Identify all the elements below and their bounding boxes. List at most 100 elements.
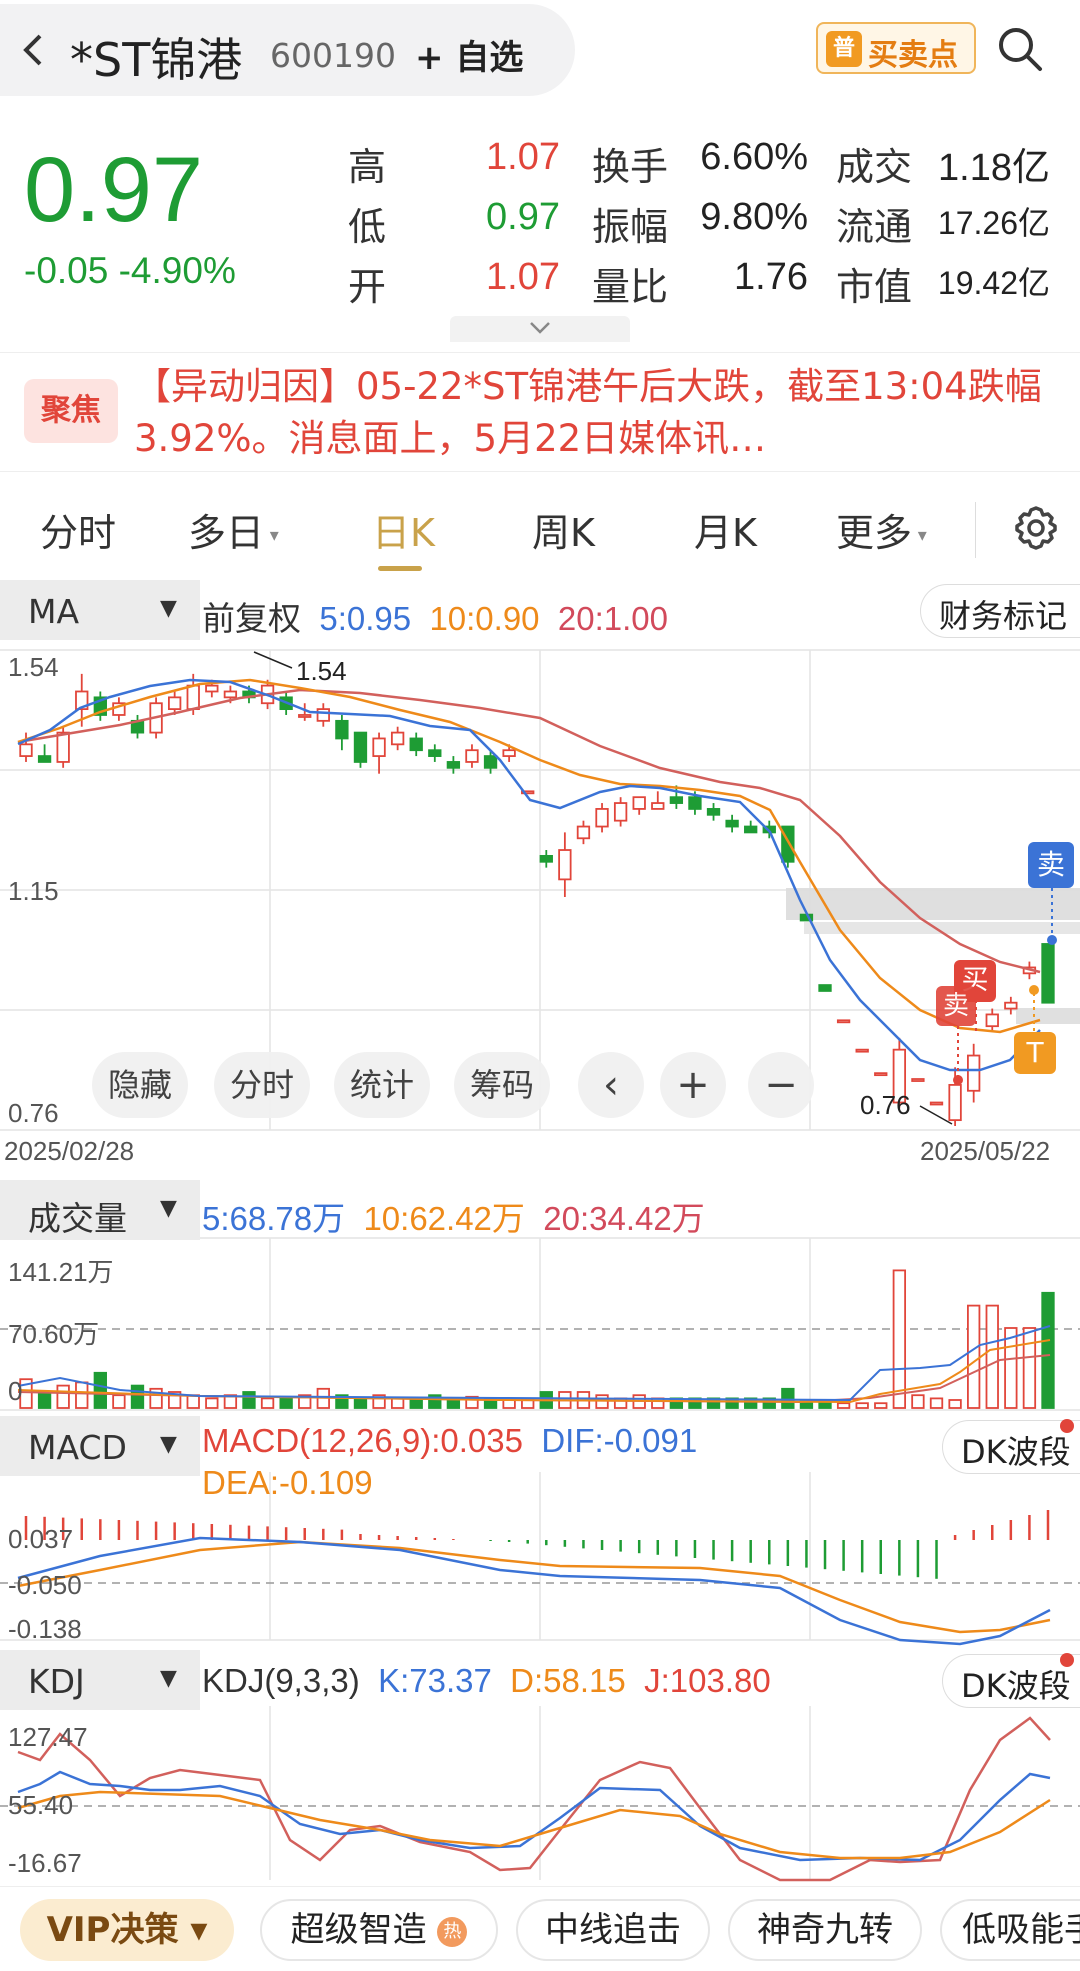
tab-multiday[interactable]: 多日 ▾ (188, 502, 279, 557)
volume-bar (37, 1391, 52, 1409)
hot-icon: 热 (437, 1916, 468, 1947)
chip-magic-nine[interactable]: 神奇九转 (728, 1899, 922, 1961)
candle (223, 690, 238, 699)
chevron-down-icon (530, 322, 550, 334)
candle (985, 1013, 999, 1028)
candle (725, 819, 739, 828)
amount-value: 1.18亿 (938, 147, 1050, 189)
add-watchlist-button[interactable]: + 自选 (415, 30, 523, 79)
sell-marker-red[interactable]: 卖 (936, 986, 976, 1026)
amount-label: 成交 (836, 145, 913, 189)
support-band (1016, 1008, 1080, 1024)
volume-bar (112, 1394, 126, 1409)
volume-bar (929, 1397, 944, 1409)
dk-band-button[interactable]: DK波段 (942, 1419, 1080, 1474)
tab-more-label: 更多 (836, 511, 913, 555)
chip-super-smart[interactable]: 超级智造 热 (260, 1899, 498, 1961)
tab-more[interactable]: 更多 ▾ (836, 502, 927, 557)
candle (1004, 1001, 1018, 1010)
candle (874, 1072, 888, 1077)
volume-bar (390, 1397, 405, 1409)
candle (948, 1083, 962, 1122)
vol-ma10-value: 10:62.42万 (363, 1200, 525, 1237)
news-text: 【异动归因】05-22*ST锦港午后大跌，截至13:04跌幅3.92%。消息面上… (134, 365, 1042, 460)
candle (651, 802, 665, 810)
volume-bar (1022, 1327, 1037, 1409)
date-start: 2025/02/28 (4, 1136, 135, 1166)
tab-monthly-k[interactable]: 月K (694, 502, 757, 557)
dk-band-button-kdj[interactable]: DK波段 (942, 1653, 1080, 1708)
kdj-axis-2: 55.40 (8, 1790, 74, 1820)
tab-daily-k[interactable]: 日K (372, 502, 435, 557)
candle (688, 796, 702, 810)
volume-bar (874, 1402, 888, 1409)
chip-super-smart-label: 超级智造 (290, 1910, 427, 1950)
volume-bar (186, 1394, 200, 1409)
amplitude-value: 9.80% (700, 196, 808, 238)
t-marker[interactable]: T (1014, 1032, 1056, 1074)
max-price-label: 1.54 (296, 656, 347, 686)
market-cap-label: 市值 (836, 265, 913, 309)
d-value: D:58.15 (510, 1662, 626, 1699)
intraday-tool-button[interactable]: 分时 (214, 1052, 310, 1118)
chip-midline[interactable]: 中线追击 (516, 1899, 710, 1961)
back-arrow-icon[interactable] (14, 30, 54, 70)
volume-bar (56, 1384, 70, 1409)
price-change: -0.05 -4.90% (24, 250, 236, 291)
candle (558, 849, 572, 881)
kdj-lines (17, 1716, 1051, 1882)
kdj-indicator-bar: KDJ ▼ KDJ(9,3,3) K:73.37 D:58.15 J:103.8… (0, 1650, 1080, 1710)
kdj-params: KDJ(9,3,3) (202, 1662, 360, 1699)
candle (353, 731, 368, 763)
candle (37, 755, 52, 763)
candle (632, 796, 646, 810)
stock-name: *ST锦港 (70, 33, 243, 87)
candle (167, 696, 182, 711)
candle (56, 731, 70, 763)
j-value: J:103.80 (644, 1662, 771, 1699)
buy-sell-points-button[interactable]: 普 买卖点 (816, 22, 976, 74)
volume-bar (855, 1402, 869, 1409)
zoom-out-icon[interactable]: − (748, 1052, 814, 1118)
volume-bar (1004, 1327, 1018, 1409)
price-axis-top: 1.54 (8, 652, 59, 682)
expand-quote-button[interactable] (450, 316, 630, 342)
dk-band-label-kdj: DK波段 (961, 1667, 1071, 1705)
candle (298, 714, 312, 718)
macd-histogram (24, 1510, 1050, 1579)
volume-bar (353, 1397, 368, 1409)
chips-tool-button[interactable]: 筹码 (454, 1052, 550, 1118)
volume-bar (75, 1381, 89, 1409)
stats-tool-button[interactable]: 统计 (334, 1052, 430, 1118)
sell-marker[interactable]: 卖 (1028, 842, 1074, 888)
candle (205, 684, 219, 693)
tab-weekly-k[interactable]: 周K (532, 502, 595, 557)
price-axis-mid: 1.15 (8, 876, 59, 906)
active-tab-underline (378, 566, 422, 571)
high-value: 1.07 (486, 136, 560, 178)
chip-low-buy[interactable]: 低吸能手 (940, 1899, 1080, 1961)
tab-intraday[interactable]: 分时 (40, 502, 116, 557)
volume-bar (93, 1371, 107, 1409)
bottom-strategy-bar: VIP决策 ▾ 超级智造 热 中线追击 神奇九转 低吸能手 (0, 1886, 1080, 1971)
volume-bar (205, 1397, 219, 1409)
volume-ratio-value: 1.76 (734, 256, 808, 298)
search-icon[interactable] (995, 24, 1045, 74)
candle (744, 825, 758, 834)
chevron-left-icon[interactable]: ‹ (578, 1052, 644, 1118)
focus-badge: 聚焦 (24, 379, 118, 443)
hide-tool-button[interactable]: 隐藏 (92, 1052, 188, 1118)
volume-ratio-label: 量比 (592, 265, 669, 309)
candle (390, 731, 405, 746)
candle (967, 1054, 981, 1092)
volume-bar (1041, 1291, 1055, 1409)
candle (818, 984, 832, 992)
low-value: 0.97 (486, 196, 560, 238)
volume-name: 成交量 (28, 1199, 127, 1238)
news-banner[interactable]: 聚焦 【异动归因】05-22*ST锦港午后大跌，截至13:04跌幅3.92%。消… (0, 352, 1080, 472)
float-value: 17.26亿 (937, 205, 1050, 241)
zoom-in-icon[interactable]: + (660, 1052, 726, 1118)
gear-icon[interactable] (1010, 502, 1062, 554)
vip-decision-button[interactable]: VIP决策 ▾ (20, 1899, 234, 1961)
vol-ma5-value: 5:68.78万 (202, 1200, 346, 1237)
